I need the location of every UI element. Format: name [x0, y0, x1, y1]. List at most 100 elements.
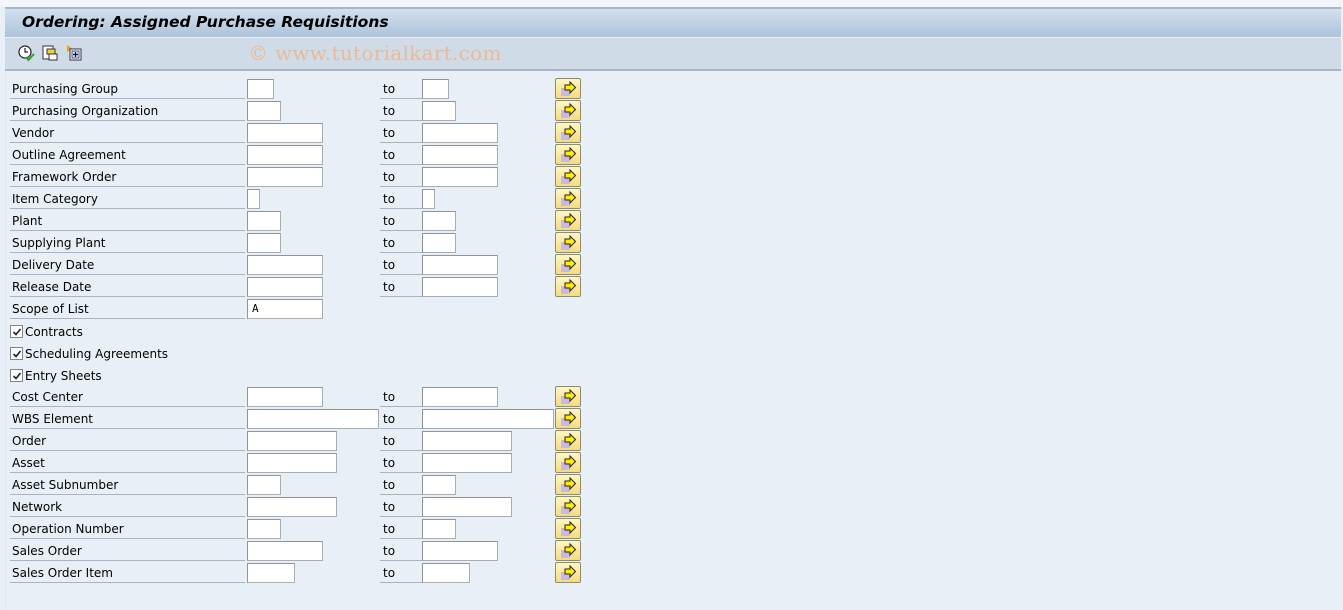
field-label: Network [10, 497, 245, 517]
to-input[interactable] [422, 541, 498, 561]
from-input[interactable] [247, 563, 295, 583]
multiple-selection-button[interactable] [555, 474, 581, 495]
field-label: Delivery Date [10, 255, 245, 275]
multiple-selection-button[interactable] [555, 452, 581, 473]
multiple-selection-icon [560, 103, 577, 119]
to-input[interactable] [422, 475, 456, 495]
multiple-selection-button[interactable] [555, 144, 581, 165]
multiple-selection-button[interactable] [555, 254, 581, 275]
to-label: to [380, 453, 422, 473]
entry-sheets-checkbox[interactable] [10, 369, 23, 382]
clock-check-icon [17, 44, 35, 62]
multiple-selection-button[interactable] [555, 386, 581, 407]
multiple-selection-button[interactable] [555, 122, 581, 143]
application-toolbar: © www.tutorialkart.com [5, 38, 1341, 71]
multiple-selection-icon [560, 169, 577, 185]
to-input[interactable] [422, 409, 554, 429]
multiple-selection-icon [560, 455, 577, 471]
field-label: Release Date [10, 277, 245, 297]
scope-of-list-input[interactable]: A [247, 299, 323, 319]
multiple-selection-button[interactable] [555, 408, 581, 429]
to-input[interactable] [422, 189, 435, 209]
entry-sheets-label: Entry Sheets [25, 367, 102, 385]
from-input[interactable] [247, 79, 274, 99]
to-input[interactable] [422, 167, 498, 187]
to-input[interactable] [422, 563, 470, 583]
from-input[interactable] [247, 519, 281, 539]
to-label: to [380, 189, 422, 209]
get-variant-button[interactable] [41, 44, 59, 62]
to-label: to [380, 541, 422, 561]
scheduling-agreements-checkbox[interactable] [10, 347, 23, 360]
from-input[interactable] [247, 453, 337, 473]
from-input[interactable] [247, 541, 323, 561]
multiple-selection-button[interactable] [555, 166, 581, 187]
to-input[interactable] [422, 211, 456, 231]
to-input[interactable] [422, 497, 512, 517]
contracts-checkbox[interactable] [10, 325, 23, 338]
multiple-selection-button[interactable] [555, 232, 581, 253]
to-input[interactable] [422, 519, 456, 539]
multiple-selection-button[interactable] [555, 188, 581, 209]
field-label: Supplying Plant [10, 233, 245, 253]
field-label: Sales Order Item [10, 563, 245, 583]
to-label: to [380, 519, 422, 539]
checkmark-icon [12, 349, 22, 359]
from-input[interactable] [247, 431, 337, 451]
multiple-selection-icon [560, 213, 577, 229]
multiple-selection-button[interactable] [555, 562, 581, 583]
multiple-selection-icon [560, 389, 577, 405]
multiple-selection-button[interactable] [555, 210, 581, 231]
top-strip [0, 0, 1343, 7]
to-label: to [380, 475, 422, 495]
to-input[interactable] [422, 277, 498, 297]
to-label: to [380, 563, 422, 583]
from-input[interactable] [247, 255, 323, 275]
multiple-selection-button[interactable] [555, 100, 581, 121]
field-label: Plant [10, 211, 245, 231]
to-input[interactable] [422, 101, 456, 121]
multiple-selection-button[interactable] [555, 430, 581, 451]
from-input[interactable] [247, 475, 281, 495]
from-input[interactable] [247, 211, 281, 231]
multiple-selection-icon [560, 477, 577, 493]
dynamic-selections-button[interactable] [65, 44, 83, 62]
to-label: to [380, 233, 422, 253]
to-input[interactable] [422, 431, 512, 451]
to-label: to [380, 145, 422, 165]
execute-button[interactable] [17, 44, 35, 62]
multiple-selection-icon [560, 411, 577, 427]
from-input[interactable] [247, 145, 323, 165]
to-input[interactable] [422, 387, 498, 407]
from-input[interactable] [247, 497, 337, 517]
to-input[interactable] [422, 79, 449, 99]
multiple-selection-button[interactable] [555, 540, 581, 561]
from-input[interactable] [247, 189, 260, 209]
from-input[interactable] [247, 167, 323, 187]
to-input[interactable] [422, 255, 498, 275]
multiple-selection-button[interactable] [555, 518, 581, 539]
to-input[interactable] [422, 123, 498, 143]
from-input[interactable] [247, 277, 323, 297]
to-input[interactable] [422, 145, 498, 165]
checkmark-icon [12, 327, 22, 337]
from-input[interactable] [247, 101, 281, 121]
to-label: to [380, 211, 422, 231]
field-label: Purchasing Organization [10, 101, 245, 121]
to-input[interactable] [422, 453, 512, 473]
to-label: to [380, 101, 422, 121]
from-input[interactable] [247, 409, 379, 429]
field-label: WBS Element [10, 409, 245, 429]
multiple-selection-icon [560, 147, 577, 163]
field-label: Purchasing Group [10, 79, 245, 99]
from-input[interactable] [247, 387, 323, 407]
multiple-selection-button[interactable] [555, 78, 581, 99]
from-input[interactable] [247, 123, 323, 143]
multiple-selection-button[interactable] [555, 496, 581, 517]
multiple-selection-icon [560, 543, 577, 559]
to-input[interactable] [422, 233, 456, 253]
to-label: to [380, 387, 422, 407]
multiple-selection-button[interactable] [555, 276, 581, 297]
multiple-selection-icon [560, 125, 577, 141]
from-input[interactable] [247, 233, 281, 253]
